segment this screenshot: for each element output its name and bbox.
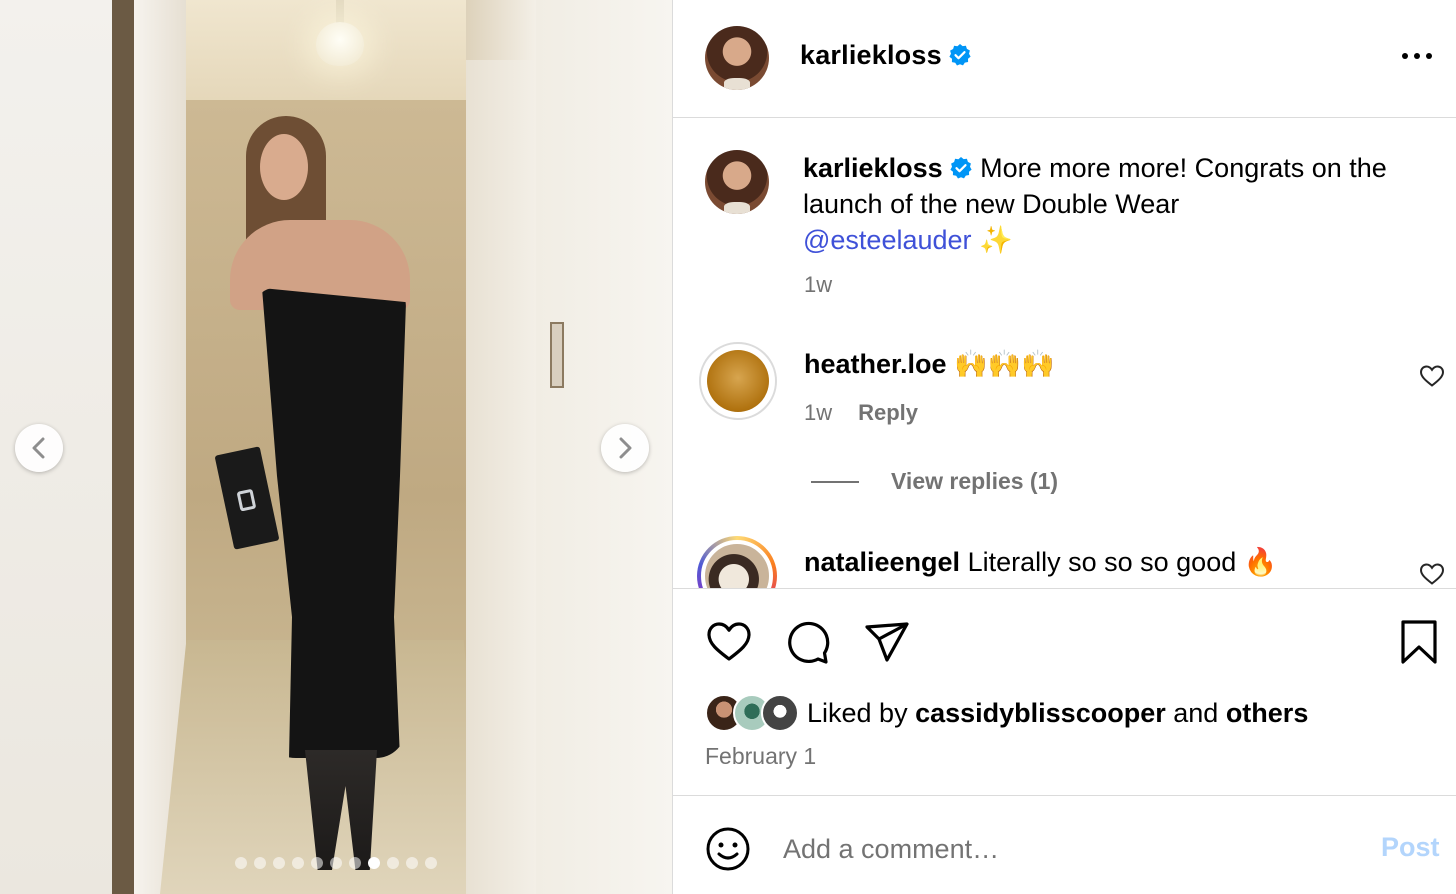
avatar bbox=[761, 694, 799, 732]
likes-summary: Liked by cassidyblisscooper and others bbox=[705, 694, 1308, 732]
carousel-dot bbox=[254, 857, 266, 869]
avatar[interactable] bbox=[699, 342, 777, 420]
photo-ceiling-lamp bbox=[316, 22, 364, 66]
carousel-dot bbox=[311, 857, 323, 869]
bookmark-icon[interactable] bbox=[1395, 619, 1443, 665]
comment-like-icon[interactable] bbox=[1419, 562, 1445, 586]
emoji-icon[interactable] bbox=[705, 826, 751, 872]
photo-door bbox=[466, 60, 536, 894]
comment-text: heather.loe 🙌🙌🙌 bbox=[804, 348, 1055, 380]
post-header: karliekloss bbox=[673, 0, 1456, 118]
comments-section[interactable]: karliekloss More more more! Congrats on … bbox=[673, 118, 1456, 588]
carousel-dot bbox=[273, 857, 285, 869]
liked-by-avatars[interactable] bbox=[705, 694, 799, 732]
post-comment-button[interactable]: Post bbox=[1381, 832, 1440, 863]
replies-divider bbox=[811, 480, 859, 483]
heart-icon[interactable] bbox=[705, 619, 753, 665]
caption-timestamp[interactable]: 1w bbox=[804, 272, 832, 298]
photo-clutch bbox=[214, 446, 280, 550]
carousel-dot bbox=[349, 857, 361, 869]
liked-by-others-link[interactable]: others bbox=[1226, 698, 1309, 728]
carousel-dot bbox=[406, 857, 418, 869]
view-replies-button[interactable]: View replies (1) bbox=[811, 468, 1058, 495]
carousel-dot bbox=[368, 857, 380, 869]
view-replies-label: View replies (1) bbox=[891, 468, 1059, 494]
more-horizontal-icon[interactable] bbox=[1397, 44, 1437, 68]
caption-username[interactable]: karliekloss bbox=[803, 153, 943, 183]
comment-timestamp[interactable]: 1w bbox=[804, 400, 832, 426]
caption-text: karliekloss More more more! Congrats on … bbox=[803, 150, 1403, 258]
comment-like-icon[interactable] bbox=[1419, 364, 1445, 388]
liked-by-user-link[interactable]: cassidyblisscooper bbox=[915, 698, 1166, 728]
reply-button[interactable]: Reply bbox=[858, 400, 918, 426]
likes-text: Liked by cassidyblisscooper and others bbox=[807, 698, 1308, 729]
carousel-dot bbox=[235, 857, 247, 869]
comment-username[interactable]: natalieengel bbox=[804, 547, 960, 577]
sparkles-emoji: ✨ bbox=[979, 225, 1013, 255]
post-photo bbox=[0, 0, 672, 894]
avatar[interactable] bbox=[705, 26, 769, 90]
carousel-dot bbox=[292, 857, 304, 869]
post-actions: Liked by cassidyblisscooper and others F… bbox=[673, 588, 1456, 796]
verified-badge-icon bbox=[950, 157, 972, 179]
liked-by-prefix: Liked by bbox=[807, 697, 908, 728]
photo-dress bbox=[262, 288, 406, 758]
comment-body: Literally so so so good 🔥 bbox=[967, 547, 1278, 577]
carousel-dots bbox=[0, 857, 672, 869]
liked-by-conjunction: and bbox=[1173, 697, 1219, 728]
carousel-prev-button[interactable] bbox=[15, 424, 63, 472]
photo-person bbox=[210, 110, 440, 890]
chevron-left-icon bbox=[32, 437, 45, 459]
avatar[interactable] bbox=[705, 150, 769, 214]
photo-clutch-clasp bbox=[236, 488, 257, 512]
author-username[interactable]: karliekloss bbox=[800, 40, 942, 70]
comment-text: natalieengel Literally so so so good 🔥 bbox=[804, 546, 1277, 578]
photo-door-frame bbox=[112, 0, 134, 894]
comment-icon[interactable] bbox=[783, 619, 831, 665]
post-detail-panel: karliekloss karliekloss More more more! … bbox=[672, 0, 1456, 894]
photo-lamp-stem bbox=[336, 0, 344, 24]
carousel-dot bbox=[387, 857, 399, 869]
comment-meta: 1w Reply bbox=[804, 400, 918, 426]
photo-face bbox=[260, 134, 308, 200]
send-icon[interactable] bbox=[863, 619, 911, 665]
caption-mention-link[interactable]: @esteelauder bbox=[803, 225, 972, 255]
avatar[interactable] bbox=[697, 536, 777, 588]
comment-input[interactable] bbox=[783, 826, 1343, 872]
comment-body: 🙌🙌🙌 bbox=[954, 349, 1055, 379]
photo-legs bbox=[305, 750, 377, 870]
photo-light-switch bbox=[550, 322, 564, 388]
post-date[interactable]: February 1 bbox=[705, 743, 816, 770]
verified-badge-icon bbox=[949, 44, 971, 66]
carousel-dot bbox=[425, 857, 437, 869]
chevron-right-icon bbox=[619, 437, 632, 459]
post-author: karliekloss bbox=[800, 40, 972, 71]
carousel-next-button[interactable] bbox=[601, 424, 649, 472]
carousel-dot bbox=[330, 857, 342, 869]
comment-username[interactable]: heather.loe bbox=[804, 349, 947, 379]
add-comment-bar: Post bbox=[673, 796, 1456, 894]
